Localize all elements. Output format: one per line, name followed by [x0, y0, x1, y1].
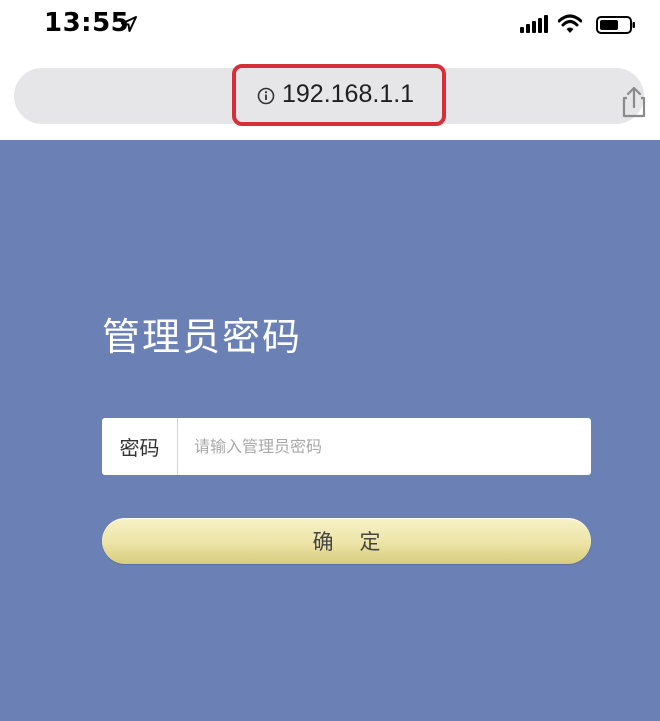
password-field-row: 密码 — [102, 418, 591, 475]
url-text[interactable]: 192.168.1.1 — [282, 80, 414, 109]
battery-icon — [596, 16, 635, 34]
confirm-button[interactable]: 确定 — [102, 518, 591, 564]
info-icon[interactable] — [257, 87, 275, 105]
wifi-icon — [558, 14, 582, 33]
password-input[interactable] — [182, 418, 582, 475]
share-icon[interactable] — [620, 86, 648, 118]
password-label: 密码 — [102, 418, 178, 475]
page-title: 管理员密码 — [102, 315, 303, 359]
status-bar: 13:55 — [0, 0, 660, 58]
status-time: 13:55 — [44, 8, 130, 38]
location-arrow-icon — [121, 16, 137, 32]
cellular-signal-icon — [520, 15, 548, 33]
browser-toolbar: 192.168.1.1 — [0, 58, 660, 140]
